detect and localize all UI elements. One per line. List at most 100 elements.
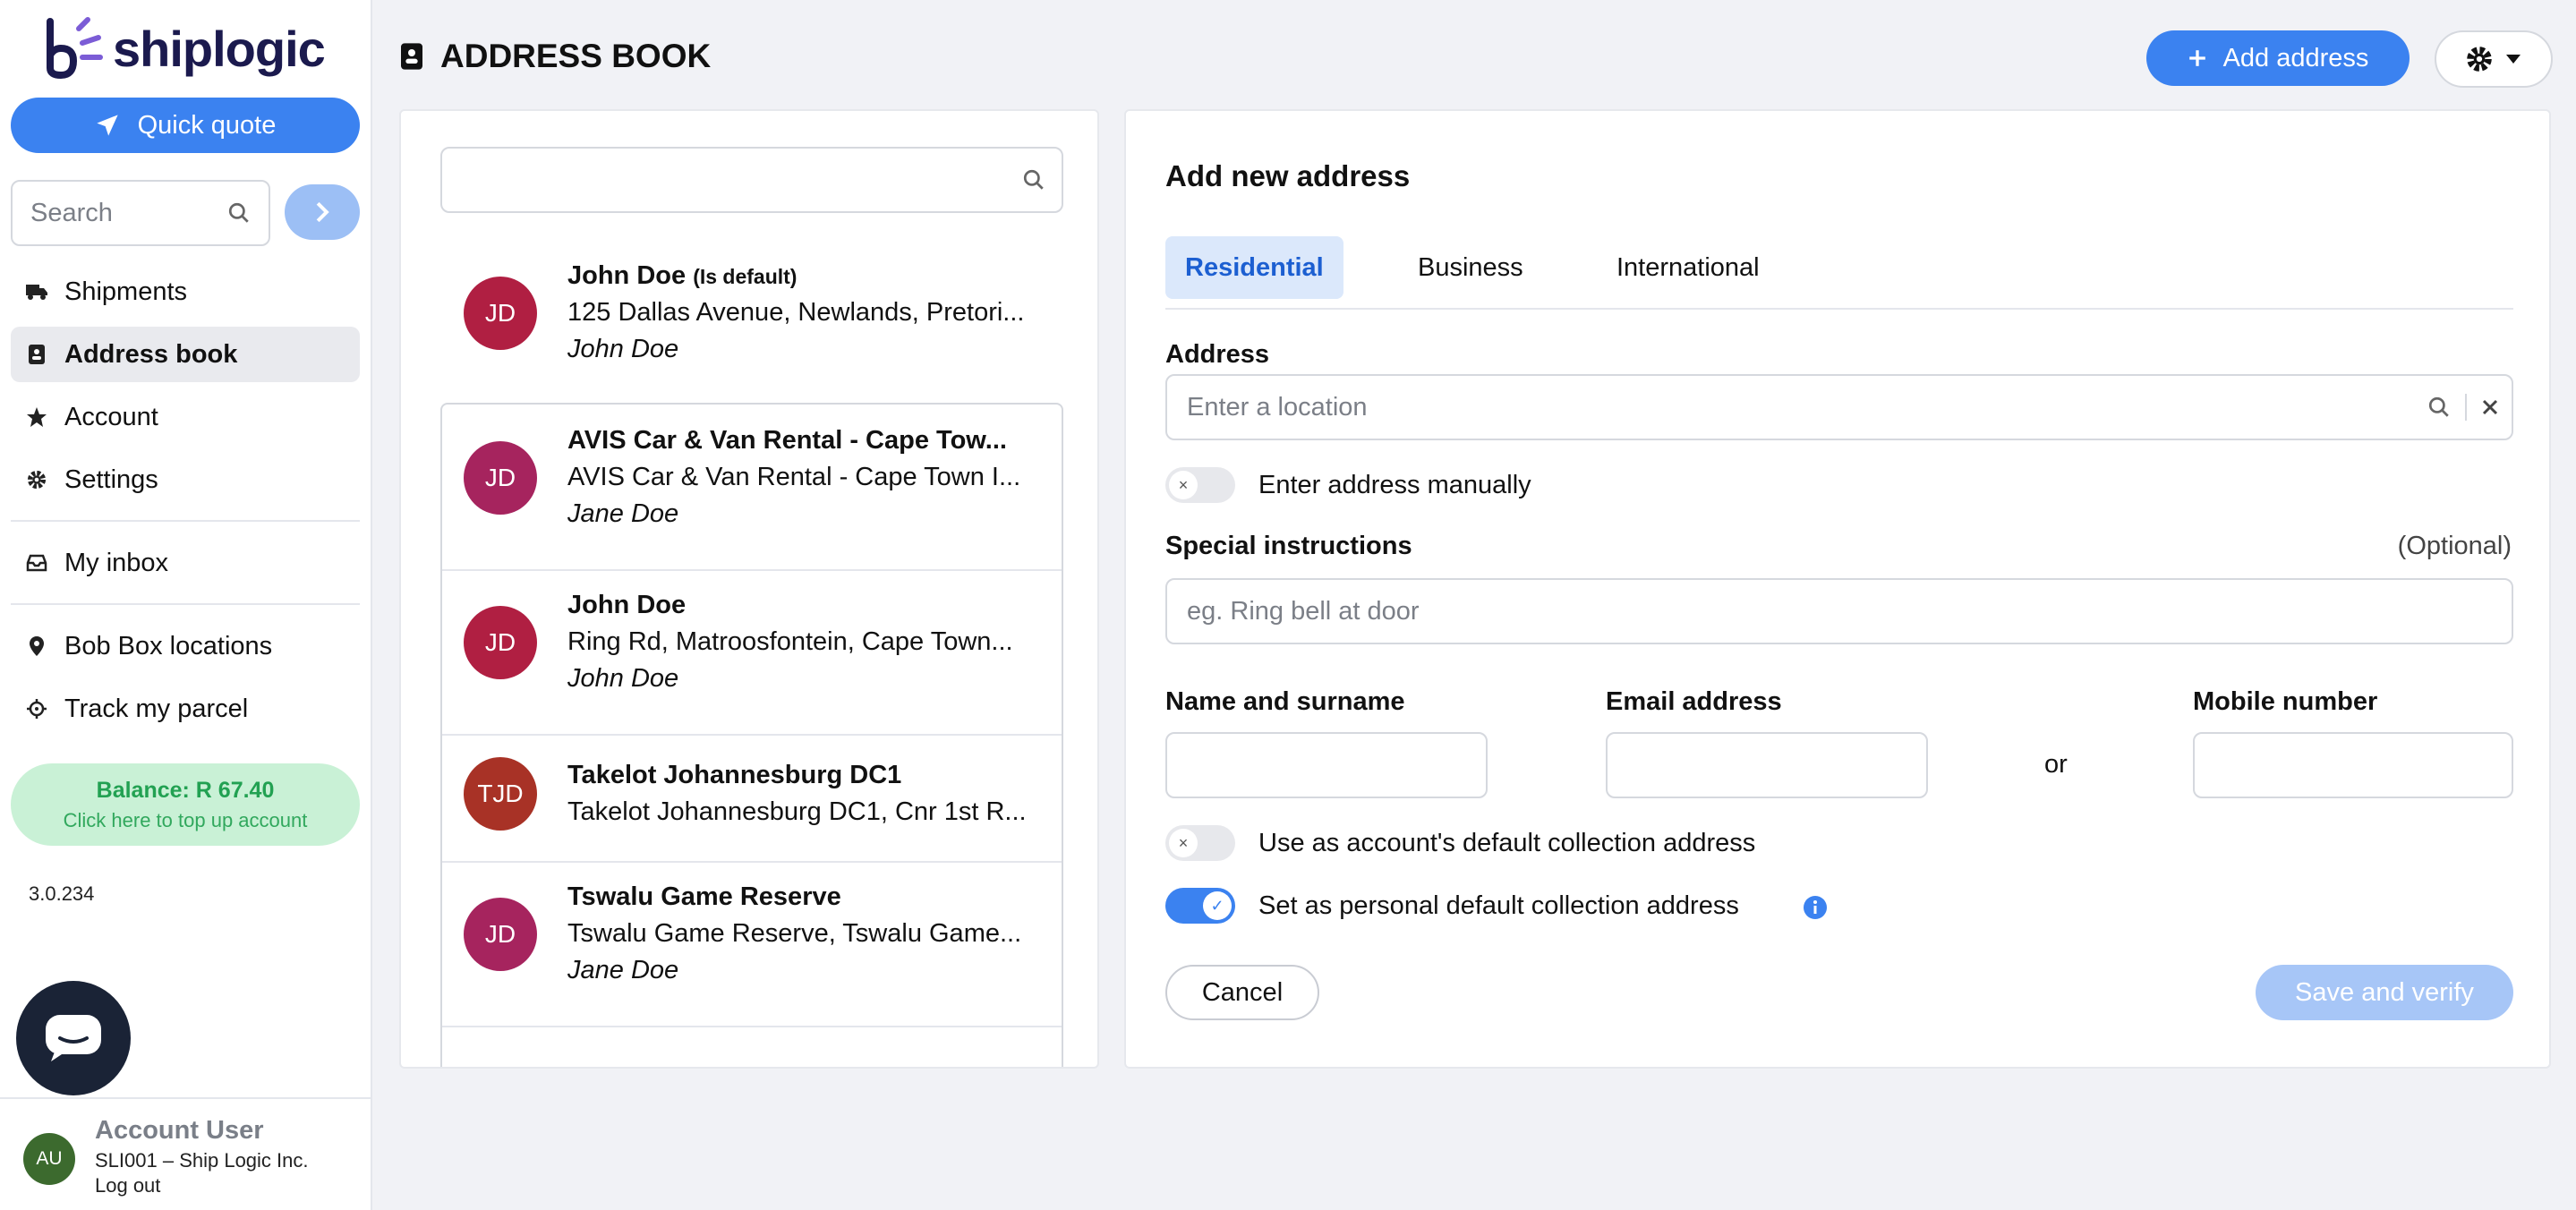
address-line: Tswalu Game Reserve, Tswalu Game... xyxy=(567,919,1022,948)
sidebar-item-label: Shipments xyxy=(64,277,188,306)
mobile-label: Mobile number xyxy=(2193,687,2378,716)
logout-link[interactable]: Log out xyxy=(95,1174,160,1197)
or-label: or xyxy=(2044,750,2068,779)
special-instructions-label: Special instructions xyxy=(1165,532,1412,560)
check-icon: ✓ xyxy=(1203,891,1232,920)
sidebar-item-bob-box-locations[interactable]: Bob Box locations xyxy=(11,618,360,674)
address-list-item[interactable]: TJD Takelot Johannesburg DC1 Takelot Joh… xyxy=(440,757,1063,831)
tab-residential[interactable]: Residential xyxy=(1165,236,1343,299)
truck-icon xyxy=(25,280,48,303)
tab-international[interactable]: International xyxy=(1597,236,1779,299)
brand-name: shiplogic xyxy=(113,20,326,77)
sidebar-item-label: Address book xyxy=(64,339,238,369)
gear-icon xyxy=(2467,47,2492,72)
add-address-form: Add new address Residential Business Int… xyxy=(1124,109,2551,1069)
user-avatar[interactable]: AU xyxy=(23,1133,75,1185)
personal-default-toggle[interactable]: ✓ xyxy=(1165,888,1235,924)
manual-address-toggle[interactable]: × xyxy=(1165,467,1235,503)
email-input[interactable] xyxy=(1606,732,1928,798)
address-name: AVIS Car & Van Rental - Cape Tow... xyxy=(567,426,1007,455)
app-version: 3.0.234 xyxy=(29,882,95,905)
quick-quote-button[interactable]: Quick quote xyxy=(11,98,360,153)
page-title: ADDRESS BOOK xyxy=(399,38,711,75)
inbox-icon xyxy=(25,551,48,575)
search-icon xyxy=(228,202,249,223)
chat-icon xyxy=(46,1015,101,1061)
address-name: John Doe xyxy=(567,591,687,619)
logo-mark-icon xyxy=(47,17,103,80)
user-name: Account User xyxy=(95,1116,264,1145)
sidebar-item-label: My inbox xyxy=(64,548,169,577)
crosshair-icon xyxy=(25,697,48,720)
address-list-item[interactable]: JD John Doe Ring Rd, Matroosfontein, Cap… xyxy=(440,591,1063,694)
sidebar-divider xyxy=(11,520,360,522)
plus-icon xyxy=(2188,50,2205,66)
user-divider xyxy=(0,1097,372,1099)
address-placeholder: Enter a location xyxy=(1187,392,1368,422)
address-list-item[interactable]: JD Tswalu Game Reserve Tswalu Game Reser… xyxy=(440,882,1063,985)
special-instructions-input[interactable]: eg. Ring bell at door xyxy=(1165,578,2513,644)
sidebar-divider xyxy=(11,603,360,605)
sidebar-item-label: Account xyxy=(64,402,158,431)
sidebar-item-account[interactable]: Account xyxy=(11,389,360,445)
sidebar-item-shipments[interactable]: Shipments xyxy=(11,264,360,320)
optional-label: (Optional) xyxy=(2397,532,2512,560)
address-list-item[interactable]: JD AVIS Car & Van Rental - Cape Tow... A… xyxy=(440,426,1063,529)
balance-button[interactable]: Balance: R 67.40 Click here to top up ac… xyxy=(11,763,360,846)
account-default-toggle[interactable]: × xyxy=(1165,825,1235,861)
save-and-verify-button[interactable]: Save and verify xyxy=(2256,965,2513,1020)
address-line: Takelot Johannesburg DC1, Cnr 1st R... xyxy=(567,797,1027,826)
user-org: SLI001 – Ship Logic Inc. xyxy=(95,1149,309,1172)
close-icon[interactable] xyxy=(2481,398,2499,416)
address-avatar: TJD xyxy=(464,757,537,831)
add-address-button[interactable]: Add address xyxy=(2146,30,2410,86)
address-line: Ring Rd, Matroosfontein, Cape Town... xyxy=(567,627,1013,656)
default-tag: (Is default) xyxy=(693,265,798,288)
sidebar-item-my-inbox[interactable]: My inbox xyxy=(11,535,360,591)
name-surname-input[interactable] xyxy=(1165,732,1488,798)
list-divider xyxy=(442,861,1062,863)
search-go-button[interactable] xyxy=(285,184,360,240)
sidebar-item-settings[interactable]: Settings xyxy=(11,452,360,507)
address-location-input[interactable]: Enter a location xyxy=(1165,374,2513,440)
chat-button[interactable] xyxy=(16,981,131,1095)
address-avatar: JD xyxy=(464,440,537,515)
balance-amount: Balance: R 67.40 xyxy=(96,778,275,803)
quick-quote-label: Quick quote xyxy=(137,110,277,140)
balance-hint: Click here to top up account xyxy=(63,809,308,831)
caret-down-icon xyxy=(2506,55,2521,64)
search-icon xyxy=(2428,396,2449,417)
address-list-panel: JD John Doe (Is default) 125 Dallas Aven… xyxy=(399,109,1099,1069)
address-contact: John Doe xyxy=(567,664,679,693)
sidebar-item-address-book[interactable]: Address book xyxy=(11,327,360,382)
address-book-icon xyxy=(401,43,422,70)
paper-plane-icon xyxy=(96,115,118,136)
address-line: 125 Dallas Avenue, Newlands, Pretori... xyxy=(567,298,1025,327)
tab-business[interactable]: Business xyxy=(1398,236,1543,299)
personal-default-label: Set as personal default collection addre… xyxy=(1258,891,1739,920)
special-placeholder: eg. Ring bell at door xyxy=(1187,596,1420,626)
address-avatar: JD xyxy=(464,276,537,350)
info-icon[interactable] xyxy=(1803,895,1828,920)
toggle-off-icon: × xyxy=(1169,829,1198,857)
settings-dropdown-button[interactable] xyxy=(2435,30,2553,88)
sidebar-item-label: Settings xyxy=(64,464,158,494)
address-name: John Doe xyxy=(567,261,687,290)
address-label: Address xyxy=(1165,340,1270,369)
address-list-item[interactable]: JD John Doe (Is default) 125 Dallas Aven… xyxy=(440,261,1063,364)
manual-address-label: Enter address manually xyxy=(1258,471,1531,499)
shiplogic-logo[interactable]: shiplogic xyxy=(43,16,338,81)
mobile-input[interactable] xyxy=(2193,732,2513,798)
sidebar-search-input[interactable]: Search xyxy=(11,180,270,246)
address-search-input[interactable] xyxy=(440,147,1063,213)
account-default-label: Use as account's default collection addr… xyxy=(1258,829,1756,857)
sidebar: shiplogic Quick quote Search Shipments A… xyxy=(0,0,372,1210)
cancel-button[interactable]: Cancel xyxy=(1165,965,1319,1020)
list-divider xyxy=(442,734,1062,736)
address-book-icon xyxy=(25,343,48,366)
sidebar-search-placeholder: Search xyxy=(30,198,113,227)
map-pin-icon xyxy=(25,635,48,658)
address-name: Takelot Johannesburg DC1 xyxy=(567,761,902,789)
sidebar-item-track-my-parcel[interactable]: Track my parcel xyxy=(11,681,360,737)
address-contact: John Doe xyxy=(567,335,679,363)
